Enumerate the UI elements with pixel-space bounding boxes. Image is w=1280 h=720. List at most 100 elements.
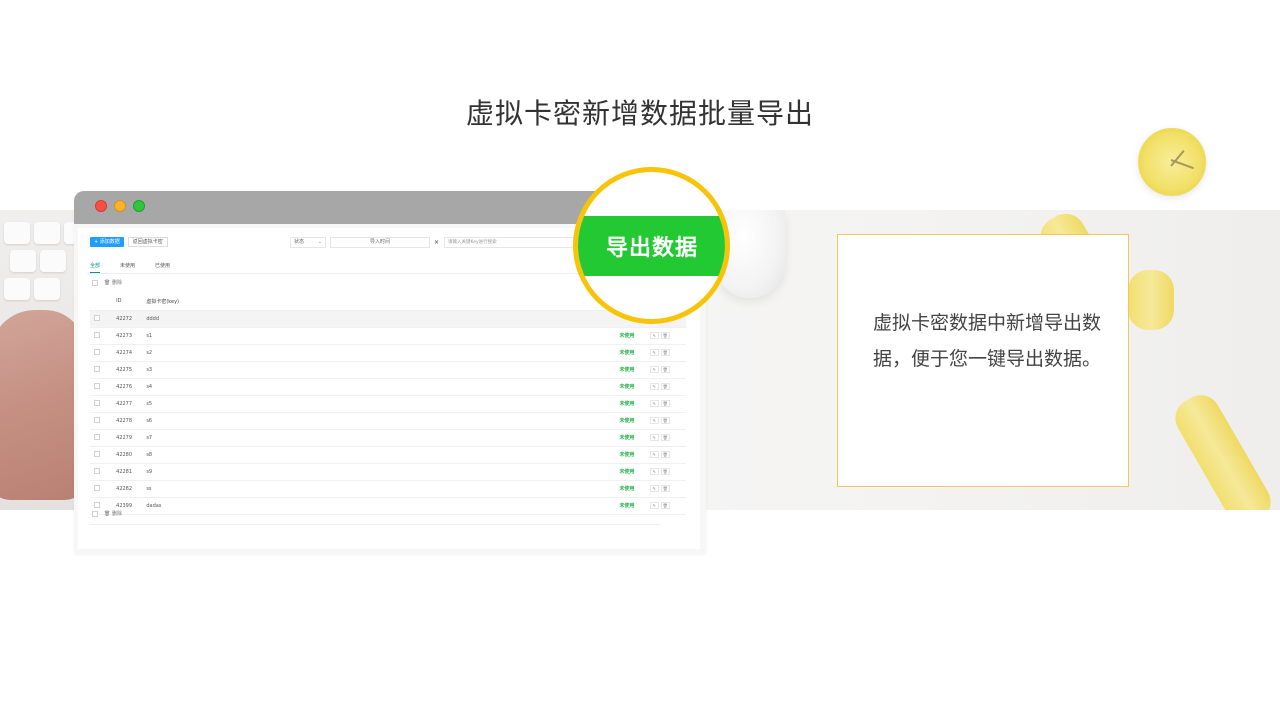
row-checkbox[interactable] xyxy=(94,416,100,423)
tab-all[interactable]: 全部 xyxy=(90,262,101,273)
status-badge: 未使用 xyxy=(615,327,646,345)
edit-icon[interactable]: ✎ xyxy=(649,332,659,339)
row-id: 42280 xyxy=(112,446,143,464)
tab-used[interactable]: 已使用 xyxy=(155,262,170,273)
import-time-input[interactable]: 导入时间 xyxy=(330,237,430,248)
row-key: s1 xyxy=(142,327,616,345)
delete-icon[interactable]: 🗑 xyxy=(660,468,670,475)
row-id: 42278 xyxy=(112,412,143,430)
edit-icon[interactable]: ✎ xyxy=(649,417,659,424)
table-row[interactable]: 42275 s3 未使用 ✎ 🗑 xyxy=(90,361,686,379)
page-title: 虚拟卡密新增数据批量导出 xyxy=(465,97,814,130)
row-id: 42274 xyxy=(112,344,143,362)
maximize-window-button[interactable] xyxy=(133,200,145,212)
row-key: s6 xyxy=(142,412,616,430)
status-badge: 未使用 xyxy=(615,361,646,379)
card-key-table: ID 虚拟卡密(key) 42272 dddd 42273 s1 未使用 ✎ 🗑 42274 s… xyxy=(90,293,686,515)
table-row[interactable]: 42399 dadas 未使用 ✎ 🗑 xyxy=(90,497,686,515)
status-badge: 未使用 xyxy=(615,412,646,430)
delete-icon[interactable]: 🗑 xyxy=(660,417,670,424)
row-checkbox[interactable] xyxy=(94,314,100,321)
status-badge: 未使用 xyxy=(615,344,646,362)
row-key: dadas xyxy=(142,497,616,515)
status-badge: 未使用 xyxy=(615,497,646,515)
back-button[interactable]: 返回虚拟卡密 xyxy=(127,237,168,247)
edit-icon[interactable]: ✎ xyxy=(649,383,659,390)
table-row[interactable]: 42279 s7 未使用 ✎ 🗑 xyxy=(90,429,686,447)
feature-description-card: 虚拟卡密数据中新增导出数据，便于您一键导出数据。 xyxy=(837,234,1129,487)
select-all-checkbox[interactable] xyxy=(92,279,98,286)
edit-icon[interactable]: ✎ xyxy=(649,451,659,458)
row-key: s4 xyxy=(142,378,616,396)
table-row[interactable]: 42276 s4 未使用 ✎ 🗑 xyxy=(90,378,686,396)
row-id: 42281 xyxy=(112,463,143,481)
edit-icon[interactable]: ✎ xyxy=(649,400,659,407)
row-checkbox[interactable] xyxy=(94,433,100,440)
delete-icon[interactable]: 🗑 xyxy=(660,383,670,390)
row-key: dddd xyxy=(142,310,616,328)
status-badge: 未使用 xyxy=(615,463,646,481)
delete-icon[interactable]: 🗑 xyxy=(660,400,670,407)
row-id: 42275 xyxy=(112,361,143,379)
zoom-highlight: 导出数据 xyxy=(573,167,730,324)
edit-icon[interactable]: ✎ xyxy=(649,434,659,441)
table-row[interactable]: 42277 s5 未使用 ✎ 🗑 xyxy=(90,395,686,413)
delete-icon[interactable]: 🗑 xyxy=(660,332,670,339)
status-badge: 未使用 xyxy=(615,446,646,464)
export-data-label: 导出数据 xyxy=(606,236,699,261)
row-checkbox[interactable] xyxy=(94,331,100,338)
row-checkbox[interactable] xyxy=(94,501,100,508)
delete-icon[interactable]: 🗑 xyxy=(660,502,670,509)
select-all-checkbox[interactable] xyxy=(92,510,98,517)
table-row[interactable]: 42282 ss 未使用 ✎ 🗑 xyxy=(90,480,686,498)
search-input[interactable]: 请输入关键Key进行搜索 xyxy=(444,237,574,248)
row-checkbox[interactable] xyxy=(94,467,100,474)
status-select-label: 状态 xyxy=(294,239,305,245)
edit-icon[interactable]: ✎ xyxy=(649,502,659,509)
row-id: 42282 xyxy=(112,480,143,498)
edit-icon[interactable]: ✎ xyxy=(649,366,659,373)
row-id: 42279 xyxy=(112,429,143,447)
table-row[interactable]: 42274 s2 未使用 ✎ 🗑 xyxy=(90,344,686,362)
bulk-actions-top: 🗑 删除 xyxy=(92,279,122,286)
row-key: s9 xyxy=(142,463,616,481)
delete-icon[interactable]: 🗑 xyxy=(660,434,670,441)
delete-icon[interactable]: 🗑 xyxy=(660,366,670,373)
close-window-button[interactable] xyxy=(95,200,107,212)
tab-unused[interactable]: 未使用 xyxy=(120,262,135,273)
row-checkbox[interactable] xyxy=(94,484,100,491)
row-id: 42277 xyxy=(112,395,143,413)
delete-icon[interactable]: 🗑 xyxy=(660,485,670,492)
table-row[interactable]: 42281 s9 未使用 ✎ 🗑 xyxy=(90,463,686,481)
status-badge: 未使用 xyxy=(615,395,646,413)
row-checkbox[interactable] xyxy=(94,450,100,457)
delete-icon[interactable]: 🗑 xyxy=(660,349,670,356)
column-header-id: ID xyxy=(112,293,143,311)
row-checkbox[interactable] xyxy=(94,348,100,355)
row-key: s3 xyxy=(142,361,616,379)
watch-strap xyxy=(1128,270,1174,330)
bulk-delete-button[interactable]: 🗑 删除 xyxy=(104,279,122,286)
divider xyxy=(90,524,660,525)
edit-icon[interactable]: ✎ xyxy=(649,468,659,475)
hand-image xyxy=(0,310,85,500)
status-select[interactable]: 状态 ⌄ xyxy=(290,237,326,248)
watch-strap xyxy=(1168,387,1278,510)
delete-icon[interactable]: 🗑 xyxy=(660,451,670,458)
bulk-delete-button[interactable]: 🗑 删除 xyxy=(104,510,122,517)
table-row[interactable]: 42280 s8 未使用 ✎ 🗑 xyxy=(90,446,686,464)
row-checkbox[interactable] xyxy=(94,399,100,406)
table-row[interactable]: 42278 s6 未使用 ✎ 🗑 xyxy=(90,412,686,430)
row-key: ss xyxy=(142,480,616,498)
add-data-button[interactable]: + 添加数据 xyxy=(90,237,124,247)
row-checkbox[interactable] xyxy=(94,365,100,372)
row-key: s8 xyxy=(142,446,616,464)
row-checkbox[interactable] xyxy=(94,382,100,389)
clear-icon[interactable]: × xyxy=(434,237,442,248)
edit-icon[interactable]: ✎ xyxy=(649,349,659,356)
table-row[interactable]: 42273 s1 未使用 ✎ 🗑 xyxy=(90,327,686,345)
row-key: s7 xyxy=(142,429,616,447)
table-row[interactable]: 42272 dddd xyxy=(90,310,686,328)
edit-icon[interactable]: ✎ xyxy=(649,485,659,492)
minimize-window-button[interactable] xyxy=(114,200,126,212)
